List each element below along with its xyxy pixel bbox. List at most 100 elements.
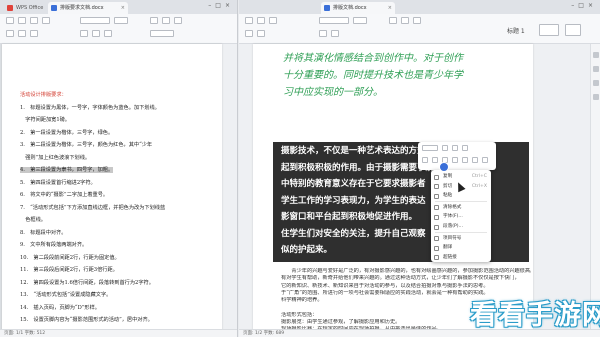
tab-wps-home[interactable]: WPS Office [4, 2, 46, 14]
copy-icon[interactable] [18, 30, 26, 37]
menu-item-shortcut: Ctrl+X [471, 183, 487, 189]
doc-line: 活动设计排版要求： [20, 92, 67, 98]
panel-icon[interactable] [593, 52, 599, 58]
context-menu-item[interactable]: 粘贴 [431, 191, 491, 201]
cut-icon[interactable] [6, 30, 14, 37]
menu-item-label: 粘贴 [443, 193, 453, 199]
copy-icon[interactable] [257, 30, 265, 37]
font-size-select[interactable] [353, 17, 367, 24]
bold-icon[interactable] [389, 17, 397, 24]
context-menu-item[interactable]: 项目符号 [431, 234, 491, 244]
window-controls[interactable]: –□× [571, 2, 597, 9]
green-text-line: 十分重要的。同时提升技术也是青少年学 [283, 70, 463, 81]
menu-item-label: 项目符号 [443, 235, 462, 241]
italic-icon[interactable] [401, 17, 409, 24]
doc-line: 4. 第三段设置为隶书，四号字，加粗。 [20, 167, 114, 173]
find-replace-icon[interactable] [565, 24, 581, 36]
format-painter-icon[interactable] [30, 30, 38, 37]
window-controls[interactable]: –□× [208, 2, 234, 9]
panel-icon[interactable] [593, 66, 599, 72]
font-name-select[interactable] [80, 17, 110, 24]
doc-line: 5. 第四段设置首行缩进2字符。 [20, 179, 96, 186]
grow-font-icon[interactable] [452, 145, 458, 151]
font-size-select[interactable] [442, 145, 448, 151]
panel-icon[interactable] [593, 94, 599, 100]
italic-icon[interactable] [162, 17, 170, 24]
left-document-page[interactable]: 活动设计排版要求： 1. 标题设置为黑体，一号字，字体颜色为蓝色。加下划线。 字符… [2, 44, 222, 337]
doc-line: 12. 第四段设置为1.6倍行间距，段落转到首行为2字符。 [20, 279, 154, 286]
body-text-line: 有对学生有帮助，新奇并给他们带来兴趣的。通过这种活动方式，让少年们了解摄影不仅仅… [281, 275, 520, 282]
selected-text-line: 影窗口和平台起到积极地促进作用。 [281, 212, 418, 222]
body-text-line: 于“广角”的范围、所进行的一项与社会需要相适应的实践活动，就会是一种有帮助的实践… [281, 289, 489, 296]
context-menu-item[interactable]: 翻译 [431, 243, 491, 253]
panel-icon[interactable] [593, 80, 599, 86]
context-menu-item[interactable]: 段落(P)... [431, 222, 491, 232]
align-right-icon[interactable] [104, 30, 112, 37]
bold-icon[interactable] [150, 17, 158, 24]
menu-icon[interactable] [245, 17, 253, 24]
align-left-icon[interactable] [80, 30, 88, 37]
cut-icon[interactable] [245, 30, 253, 37]
undo-icon[interactable] [30, 17, 38, 24]
green-text-line: 并将其演化情感结合到创作中。对于创作 [283, 53, 463, 64]
doc-line: 13. “活动形式包括”设置成隐藏文字。 [20, 292, 112, 298]
shrink-font-icon[interactable] [462, 145, 468, 151]
save-icon[interactable] [257, 17, 265, 24]
style-heading-1[interactable]: 标题 1 [507, 26, 525, 35]
highlight-icon[interactable] [462, 157, 468, 163]
redo-icon[interactable] [42, 17, 50, 24]
underline-icon[interactable] [413, 17, 421, 24]
doc-line: 10. 第二段段前间距2行，行距为固定值。 [20, 254, 120, 261]
selected-text-line: 中特别的教育意义存在于它要求摄影者 [281, 179, 426, 189]
floating-format-toolbar [418, 142, 496, 170]
site-watermark: 看看手游网 [470, 300, 600, 331]
font-size-select[interactable] [114, 17, 128, 24]
menu-item-icon [434, 245, 439, 251]
paragraph-icon[interactable] [482, 157, 488, 163]
align-center-icon[interactable] [331, 30, 339, 37]
close-icon[interactable]: × [121, 2, 125, 14]
tab-left-document[interactable]: 排版要求文档.docx × [48, 2, 128, 14]
align-icon[interactable] [472, 157, 478, 163]
right-document-page[interactable]: 并将其演化情感结合到创作中。对于创作 十分重要的。同时提升技术也是青少年学 习中应实… [253, 44, 533, 337]
menu-item-shortcut: Ctrl+C [471, 174, 487, 179]
tab-label: WPS Office [16, 5, 44, 11]
style-gallery[interactable] [150, 30, 174, 37]
font-name-select[interactable] [422, 145, 438, 151]
bold-icon[interactable] [422, 157, 428, 163]
align-center-icon[interactable] [92, 30, 100, 37]
menu-item-label: 清除格式 [443, 204, 462, 210]
selected-text-line: 似的护起来。 [281, 245, 333, 255]
left-ribbon-toolbar [0, 14, 237, 44]
align-left-icon[interactable] [319, 30, 327, 37]
close-icon[interactable]: × [388, 2, 392, 14]
undo-icon[interactable] [269, 17, 277, 24]
style-gallery[interactable] [539, 24, 559, 36]
body-text-line: 青少年的兴趣与爱好是广泛的，有对摄影感兴趣的，也有对绘画感兴趣的，参加摄影范围活… [281, 268, 531, 274]
right-side-panel [590, 44, 600, 337]
context-menu-item[interactable]: 字体(F)... [431, 212, 491, 222]
underline-icon[interactable] [174, 17, 182, 24]
menu-item-label: 剪切 [443, 183, 453, 189]
font-name-select[interactable] [319, 17, 349, 24]
menu-item-icon [434, 236, 439, 242]
italic-icon[interactable] [432, 157, 438, 163]
doc-line: 8. 标题段中对齐。 [20, 229, 67, 236]
doc-line: 15. 设置页脚内容为“摄影范围形式的活动”，居中对齐。 [20, 317, 153, 323]
tab-right-document[interactable]: 排版文档.docx × [321, 2, 395, 14]
left-document-window: WPS Office 排版要求文档.docx × –□× 活动设计排版要求： 1… [0, 0, 238, 337]
tab-label: 排版要求文档.docx [60, 5, 104, 11]
context-menu-item[interactable]: 清除格式 [431, 203, 491, 213]
menu-item-label: 超链接 [443, 254, 457, 260]
font-color-icon[interactable] [452, 157, 458, 163]
body-text-line: 它的新知识、新技术、新知识来自于对活动的参与，以及结合拍摄对象与摄影手法的思考。 [281, 282, 489, 289]
menu-item-label: 复制 [443, 174, 453, 179]
menu-item-label: 字体(F)... [443, 214, 463, 220]
context-menu-item[interactable]: 超链接 [431, 253, 491, 263]
menu-item-icon [434, 205, 439, 211]
save-icon[interactable] [18, 17, 26, 24]
screen: WPS Office 排版要求文档.docx × –□× 活动设计排版要求： 1… [0, 0, 600, 337]
left-status-bar: 页面: 1/1 字数: 512 [0, 329, 237, 337]
menu-icon[interactable] [6, 17, 14, 24]
menu-item-icon [434, 184, 439, 190]
